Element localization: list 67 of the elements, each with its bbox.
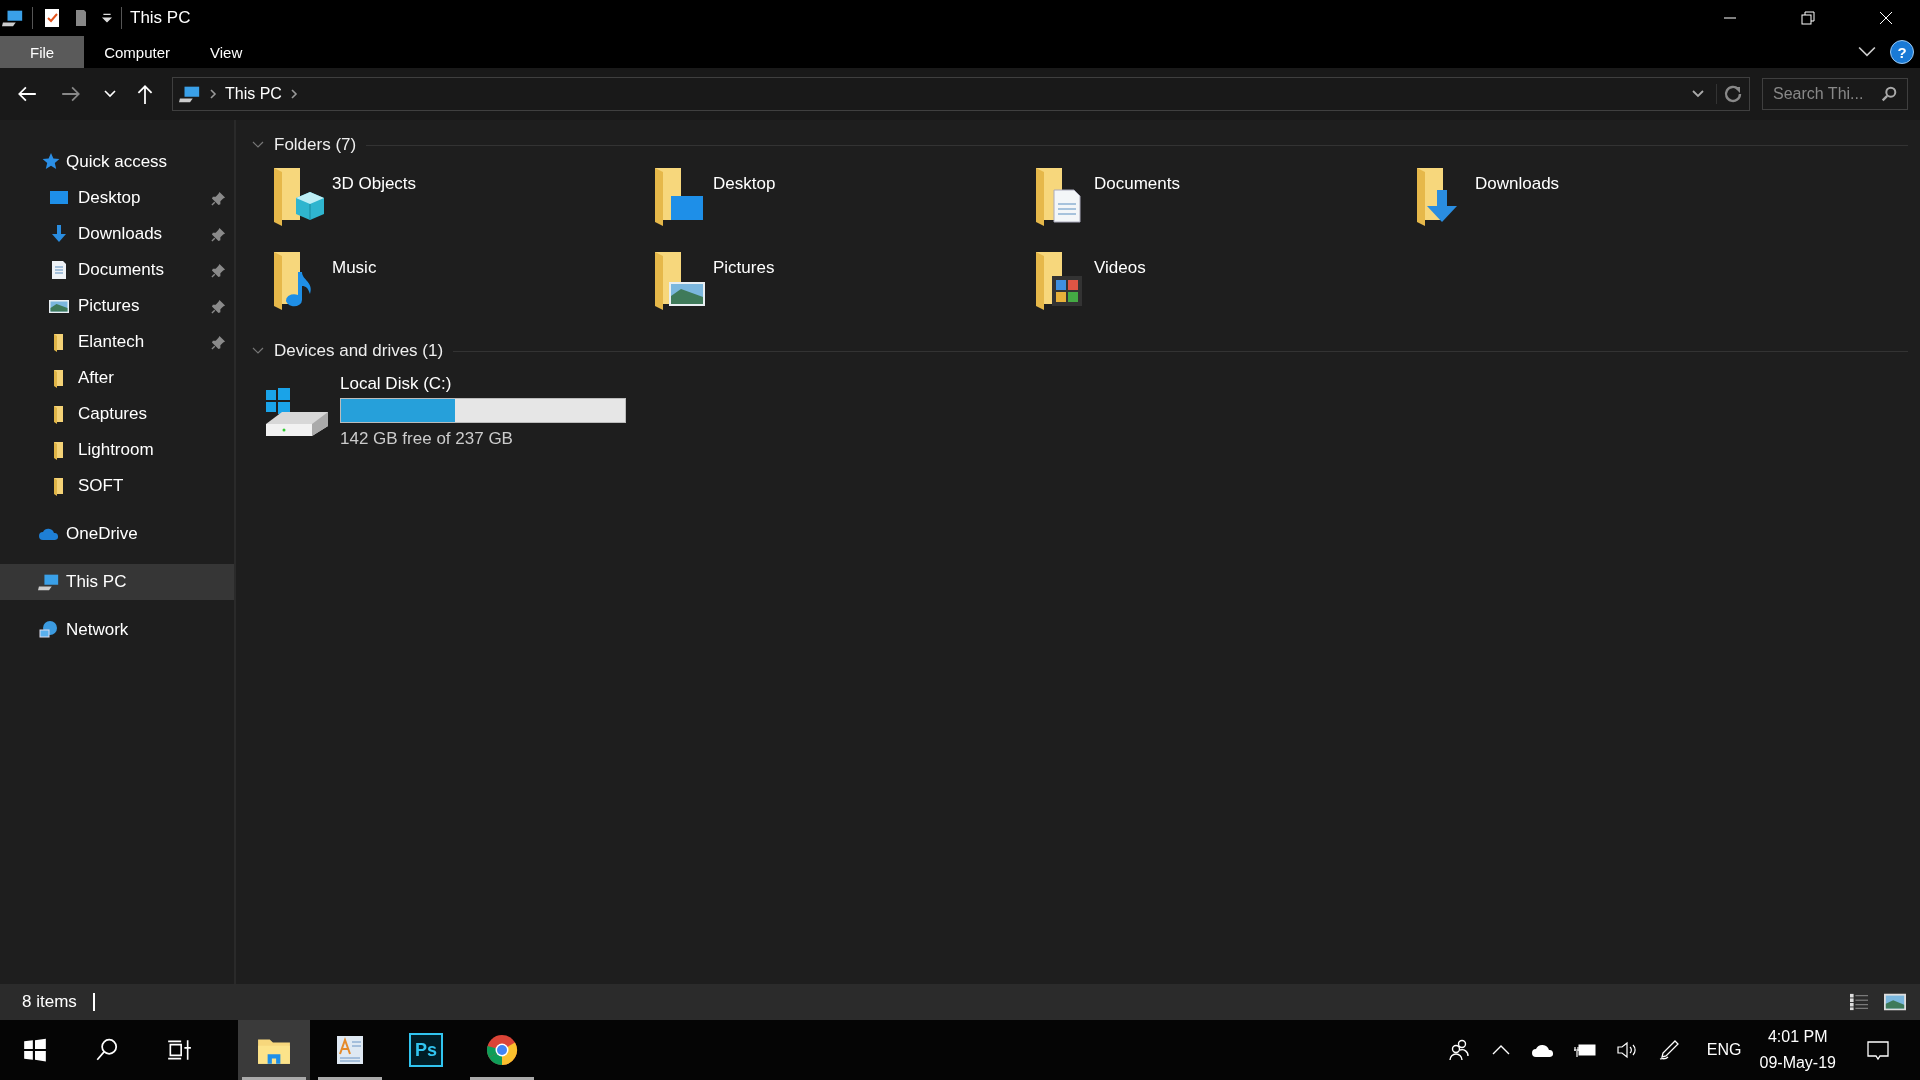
search-icon[interactable] <box>94 1037 120 1063</box>
sidebar-item[interactable]: Quick access <box>0 144 234 180</box>
pin-icon[interactable] <box>211 298 226 314</box>
folder-tile[interactable]: Downloads <box>1407 164 1788 248</box>
folder-tile[interactable]: Desktop <box>645 164 1026 248</box>
sidebar-item[interactable]: Lightroom <box>0 432 234 468</box>
taskbar-app[interactable] <box>238 1020 310 1080</box>
pin-icon[interactable] <box>211 334 226 350</box>
free-space-text: 142 GB free of 237 GB <box>340 429 514 449</box>
drive-name: Local Disk (C:) <box>340 374 453 394</box>
details-view-icon[interactable] <box>1848 993 1870 1011</box>
clock[interactable]: 4:01 PM 09-May-19 <box>1759 1024 1836 1076</box>
network-globe-icon <box>38 620 60 640</box>
sidebar-item[interactable]: Captures <box>0 396 234 432</box>
pin-icon[interactable] <box>211 226 226 242</box>
folder-tile[interactable]: Music <box>264 248 645 332</box>
item-count: 8 items <box>22 992 77 1012</box>
sidebar-item[interactable]: After <box>0 360 234 396</box>
collapse-caret-icon[interactable] <box>252 141 264 149</box>
taskbar-app[interactable]: Ps <box>390 1020 462 1080</box>
start-windows-icon[interactable] <box>22 1037 48 1063</box>
sidebar-item[interactable]: Pictures <box>0 288 234 324</box>
photoshop-icon: Ps <box>409 1033 443 1067</box>
sidebar-item[interactable]: Elantech <box>0 324 234 360</box>
chevron-icon[interactable] <box>209 88 217 100</box>
time-text: 4:01 PM <box>1767 1027 1828 1047</box>
sidebar-item[interactable]: OneDrive <box>0 516 234 552</box>
drive-tile[interactable]: Local Disk (C:) 142 GB free of 237 GB <box>264 374 1908 449</box>
ribbon-tab[interactable]: Computer <box>84 36 191 68</box>
language-indicator[interactable]: ENG <box>1706 1041 1742 1059</box>
collapse-caret-icon[interactable] <box>252 347 264 355</box>
folder-tile[interactable]: Pictures <box>645 248 1026 332</box>
sidebar-item[interactable]: Network <box>0 612 234 648</box>
chevron-icon[interactable] <box>289 88 298 100</box>
computer-icon <box>2 8 24 28</box>
pin-icon[interactable] <box>211 262 226 278</box>
search-field[interactable]: Search Thi... <box>1762 78 1908 110</box>
large-icons-view-icon[interactable] <box>1884 993 1906 1011</box>
address-bar[interactable]: This PC <box>172 77 1750 111</box>
sidebar-item[interactable]: Documents <box>0 252 234 288</box>
chrome-icon <box>485 1034 519 1066</box>
sidebar-item[interactable]: Desktop <box>0 180 234 216</box>
people-icon[interactable] <box>1446 1038 1471 1062</box>
help-button[interactable]: ? <box>1890 40 1914 64</box>
folder-tile[interactable]: 3D Objects <box>264 164 645 248</box>
recent-caret-icon[interactable] <box>104 90 116 98</box>
folder-tile[interactable]: Documents <box>1026 164 1407 248</box>
computer-icon <box>38 572 60 592</box>
ribbon-tab[interactable]: View <box>190 36 263 68</box>
notification-icon[interactable] <box>1866 1038 1890 1062</box>
sidebar-item[interactable]: SOFT <box>0 468 234 504</box>
window-title: This PC <box>130 8 191 28</box>
computer-icon <box>179 84 201 104</box>
sidebar-item[interactable]: Downloads <box>0 216 234 252</box>
search-icon <box>1880 85 1898 103</box>
task-view-icon[interactable] <box>166 1037 192 1063</box>
breadcrumb[interactable]: This PC <box>225 85 282 103</box>
ribbon-tab[interactable]: File <box>0 36 85 68</box>
section-header[interactable]: Folders (7) <box>274 135 357 155</box>
sidebar-item[interactable]: This PC <box>0 564 234 600</box>
pin-icon[interactable] <box>211 190 226 206</box>
customize-caret-icon[interactable] <box>101 12 113 24</box>
date-text: 09-May-19 <box>1759 1053 1836 1073</box>
dropdown-caret-icon[interactable] <box>1692 90 1704 98</box>
expand-ribbon-icon[interactable] <box>1858 46 1876 58</box>
folder-tile[interactable]: Videos <box>1026 248 1407 332</box>
section-header[interactable]: Devices and drives (1) <box>274 341 444 361</box>
